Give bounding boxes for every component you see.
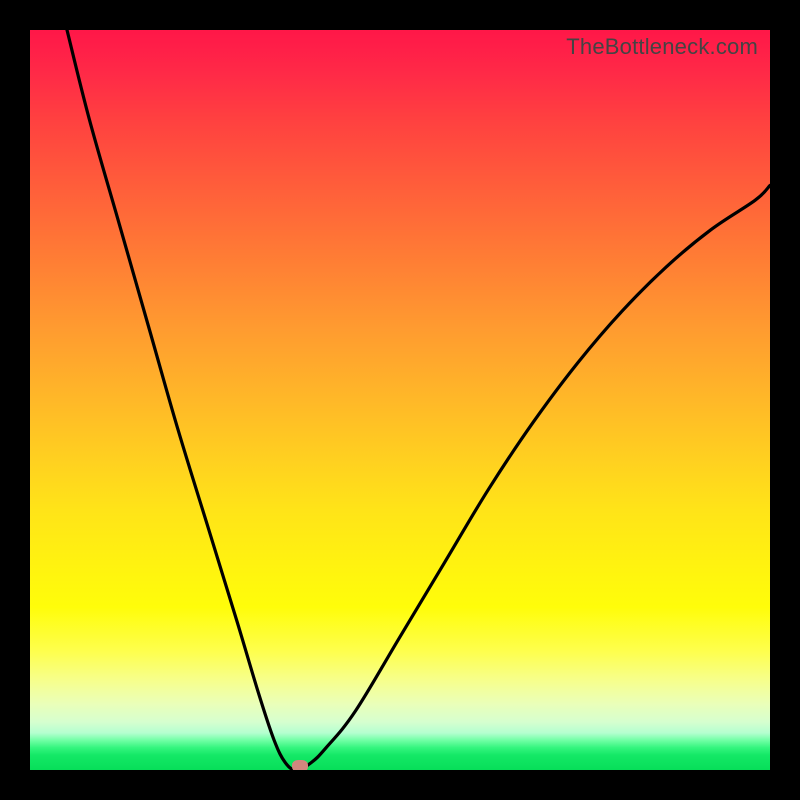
chart-frame: TheBottleneck.com <box>0 0 800 800</box>
plot-area: TheBottleneck.com <box>30 30 770 770</box>
bottleneck-curve <box>30 30 770 770</box>
minimum-marker <box>292 760 308 770</box>
